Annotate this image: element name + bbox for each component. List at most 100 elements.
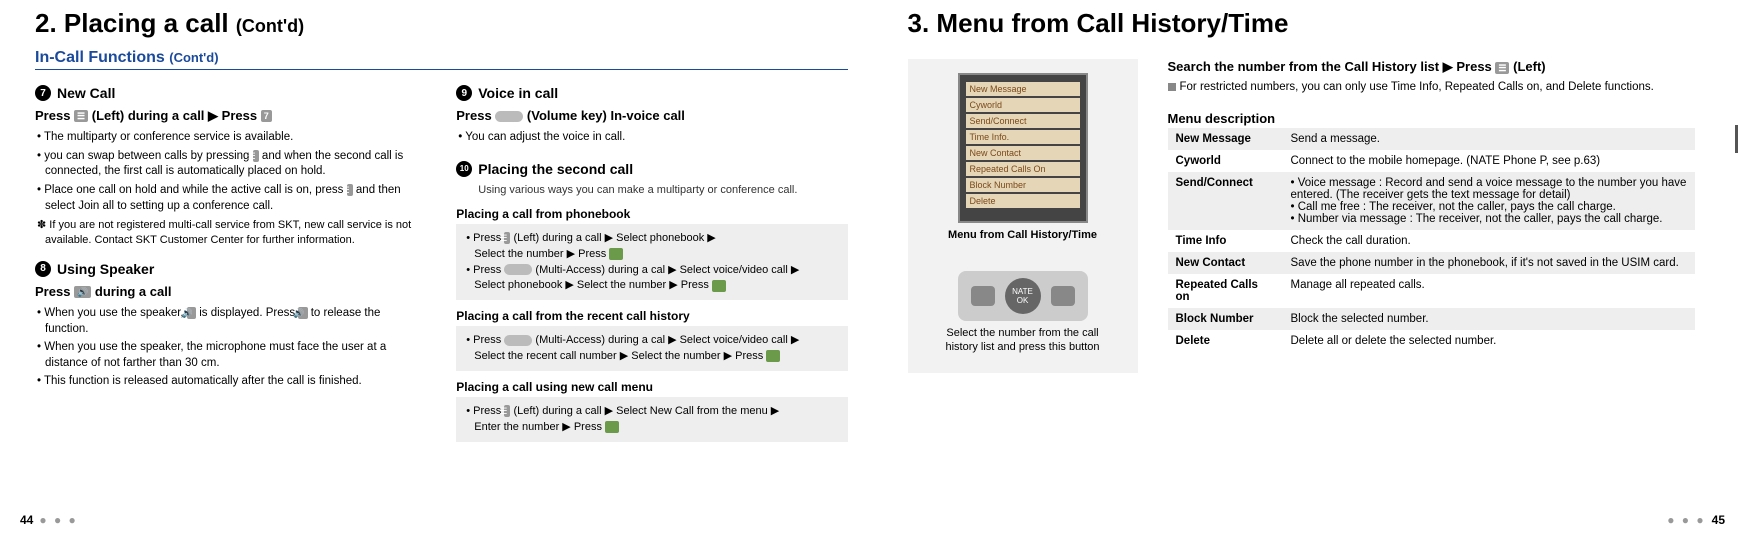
- menu-key-icon: ☰: [504, 232, 510, 244]
- multi-access-key-icon: [504, 335, 532, 346]
- left-title: 2. Placing a call (Cont'd): [35, 8, 848, 39]
- page-num-right: 45: [1712, 513, 1725, 527]
- s9-title: Voice in call: [478, 84, 558, 103]
- i1: Press ☰ (Left) during a call ▶ Select Ne…: [464, 404, 839, 419]
- s7-b2: you can swap between calls by pressing ☰…: [35, 149, 426, 180]
- h1e: Select the number: [631, 350, 720, 362]
- g1: Press ☰ (Left) during a call ▶ Select ph…: [464, 231, 839, 246]
- cell-val: Connect to the mobile homepage. (NATE Ph…: [1283, 150, 1696, 172]
- phone-menu-item: Repeated Calls On: [966, 162, 1080, 176]
- call-key-icon: [605, 421, 619, 433]
- i1d: Enter the number: [474, 421, 559, 433]
- s7-b1: The multiparty or conference service is …: [35, 130, 426, 146]
- call-key-icon: [712, 280, 726, 292]
- s8-b1a: When you use the speaker,: [44, 307, 183, 319]
- i1-cont: Enter the number ▶ Press: [464, 420, 839, 435]
- s10-sec1: Placing a call from phonebook: [456, 206, 847, 222]
- s10-head: 10 Placing the second call: [456, 160, 847, 179]
- restrict-text: For restricted numbers, you can only use…: [1180, 81, 1654, 93]
- g1-cont: Select the number ▶ Press: [464, 247, 839, 262]
- s7-b3: Place one call on hold and while the act…: [35, 183, 426, 214]
- table-row: Block NumberBlock the selected number.: [1168, 308, 1696, 330]
- s8-instr: Press 🔊 during a call: [35, 283, 426, 301]
- ok-button-icon: NATEOK: [1005, 278, 1041, 314]
- footer-left: 44 ● ● ●: [20, 513, 78, 527]
- table-row: New MessageSend a message.: [1168, 128, 1696, 150]
- s8-title: Using Speaker: [57, 260, 154, 279]
- h1c: Select voice/video call: [680, 334, 788, 346]
- phone-column: New Message Cyworld Send/Connect Time In…: [908, 59, 1138, 373]
- num-10-icon: 10: [456, 161, 472, 177]
- i1c: Select New Call from the menu: [616, 405, 768, 417]
- g1b: (Left) during a call: [514, 232, 602, 244]
- arrow-icon: ▶: [208, 108, 222, 123]
- phone-menu-item: Cyworld: [966, 98, 1080, 112]
- sb: Press: [1456, 59, 1491, 74]
- s8-b2: When you use the speaker, the microphone…: [35, 340, 426, 371]
- cell-key: Send/Connect: [1168, 172, 1283, 230]
- menu-key-icon: ☰: [1495, 62, 1509, 74]
- cell-val: Delete all or delete the selected number…: [1283, 330, 1696, 352]
- phone-menu-item: New Contact: [966, 146, 1080, 160]
- dots-icon: ● ● ●: [1667, 513, 1705, 527]
- s7-head: 7 New Call: [35, 84, 426, 103]
- speaker-key-icon: 🔊: [298, 307, 307, 319]
- title-contd: (Cont'd): [236, 16, 304, 36]
- s10-box1: Press ☰ (Left) during a call ▶ Select ph…: [456, 224, 847, 300]
- right-row: New Message Cyworld Send/Connect Time In…: [908, 59, 1696, 373]
- h1f: Press: [735, 350, 763, 362]
- g2f: Press: [681, 279, 709, 291]
- table-row: Send/Connect• Voice message : Record and…: [1168, 172, 1696, 230]
- left-col1: 7 New Call Press ☰ (Left) during a call …: [35, 78, 426, 448]
- cell-val: Manage all repeated calls.: [1283, 274, 1696, 308]
- g1e: Press: [578, 248, 606, 260]
- s7-ic: Press: [222, 108, 257, 123]
- num7-key-icon: 7: [261, 110, 272, 122]
- cell-key: Cyworld: [1168, 150, 1283, 172]
- cell-val: Block the selected number.: [1283, 308, 1696, 330]
- g1a: Press: [473, 232, 501, 244]
- s10-box3: Press ☰ (Left) during a call ▶ Select Ne…: [456, 397, 847, 442]
- num-7-icon: 7: [35, 85, 51, 101]
- dots-icon: ● ● ●: [39, 513, 77, 527]
- h1-cont: Select the recent call number ▶ Select t…: [464, 349, 839, 364]
- cell-key: New Message: [1168, 128, 1283, 150]
- s10-sec2: Placing a call from the recent call hist…: [456, 308, 847, 324]
- cell-key: Block Number: [1168, 308, 1283, 330]
- s7-instr: Press ☰ (Left) during a call ▶ Press 7: [35, 107, 426, 125]
- s8-ib: during a call: [95, 284, 172, 299]
- h1b: (Multi-Access) during a cal: [535, 334, 665, 346]
- i1a: Press: [473, 405, 501, 417]
- title-text: 2. Placing a call: [35, 8, 229, 38]
- s10-title: Placing the second call: [478, 160, 633, 179]
- multi-access-key-icon: [504, 264, 532, 275]
- num-9-icon: 9: [456, 85, 472, 101]
- i1b: (Left) during a call: [514, 405, 602, 417]
- s10-sub: Using various ways you can make a multip…: [478, 183, 847, 198]
- phone-menu-item: Block Number: [966, 178, 1080, 192]
- call-key-icon: [609, 248, 623, 260]
- cell-key: New Contact: [1168, 252, 1283, 274]
- right-softkey-icon: [1051, 286, 1075, 306]
- page-right: 3. Menu from Call History/Time New Messa…: [873, 0, 1736, 533]
- s7-b2a: you can swap between calls by pressing: [44, 150, 249, 162]
- side-bar-icon: [1735, 125, 1738, 153]
- left-subhead: In-Call Functions (Cont'd): [35, 49, 848, 70]
- phone-menu-item: Delete: [966, 194, 1080, 208]
- sc: (Left): [1513, 59, 1546, 74]
- g2e: Select the number: [577, 279, 666, 291]
- s7-ib: (Left) during a call: [92, 108, 205, 123]
- g1d: Select the number: [474, 248, 563, 260]
- s10-sec3: Placing a call using new call menu: [456, 379, 847, 395]
- num-8-icon: 8: [35, 261, 51, 277]
- phone-button-icon: NATEOK: [958, 271, 1088, 321]
- phone-menu-item: New Message: [966, 82, 1080, 96]
- s9-instr: Press (Volume key) In-voice call: [456, 107, 847, 125]
- menu-key-icon: ☰: [347, 184, 353, 196]
- cell-val: • Voice message : Record and send a voic…: [1283, 172, 1696, 230]
- left-col2: 9 Voice in call Press (Volume key) In-vo…: [456, 78, 847, 448]
- left-softkey-icon: [971, 286, 995, 306]
- s8-b3: This function is released automatically …: [35, 374, 426, 390]
- s7-note: If you are not registered multi-call ser…: [35, 218, 426, 248]
- search-instr: Search the number from the Call History …: [1168, 59, 1696, 75]
